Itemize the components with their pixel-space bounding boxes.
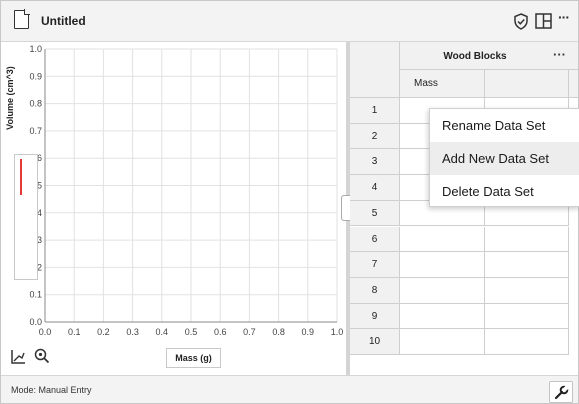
table-cell-mass[interactable] bbox=[400, 329, 485, 355]
table-cell-mass[interactable] bbox=[400, 252, 485, 278]
app-window: Untitled ··· 0.0 0.1 0.2 0.3 0.4 0.5 0.6 0.7 0.8… bbox=[0, 0, 579, 404]
shield-check-icon[interactable] bbox=[513, 13, 529, 30]
y-tick-label: 0.1 bbox=[29, 290, 42, 300]
x-axis-label[interactable]: Mass (g) bbox=[166, 348, 221, 368]
x-tick-label: 0.5 bbox=[185, 327, 198, 337]
dataset-menu-button[interactable]: ··· bbox=[553, 47, 566, 62]
x-tick-label: 0.0 bbox=[39, 327, 52, 337]
table-cell-mass[interactable] bbox=[400, 303, 485, 330]
row-number: 3 bbox=[350, 149, 400, 176]
row-number: 2 bbox=[350, 123, 400, 150]
column-header-row: Mass bbox=[400, 70, 578, 98]
y-axis-label[interactable]: Volume (cm^3) bbox=[5, 38, 15, 158]
table-cell-mass[interactable] bbox=[400, 226, 485, 253]
row-number: 6 bbox=[350, 226, 400, 253]
menu-item-label: Delete Data Set bbox=[442, 184, 534, 199]
row-number: 7 bbox=[350, 252, 400, 278]
row-number: 10 bbox=[350, 329, 400, 355]
table-cell-volume[interactable] bbox=[485, 303, 569, 330]
title-bar: Untitled ··· bbox=[1, 1, 578, 42]
x-tick-label: 0.9 bbox=[302, 327, 315, 337]
table-cell-volume[interactable] bbox=[485, 252, 569, 278]
tools-button[interactable] bbox=[549, 381, 573, 403]
layout-icon[interactable] bbox=[535, 13, 552, 29]
menu-item-delete-data-set[interactable]: Delete Data Set bbox=[430, 175, 579, 208]
wrench-icon bbox=[554, 385, 569, 400]
menu-item-label: Rename Data Set bbox=[442, 118, 546, 133]
x-tick-labels: 0.0 0.1 0.2 0.3 0.4 0.5 0.6 0.7 0.8 0.9 1.0 bbox=[39, 327, 344, 337]
menu-item-add-new-data-set[interactable]: Add New Data Set bbox=[430, 142, 579, 175]
status-bar: Mode: Manual Entry bbox=[1, 375, 578, 403]
x-tick-label: 0.3 bbox=[126, 327, 139, 337]
x-tick-label: 0.8 bbox=[272, 327, 285, 337]
table-corner-header bbox=[350, 42, 400, 98]
y-tick-label: 0.8 bbox=[29, 99, 42, 109]
document-icon bbox=[14, 9, 30, 29]
row-number: 5 bbox=[350, 200, 400, 227]
table-cell-volume[interactable] bbox=[485, 226, 569, 253]
row-number: 4 bbox=[350, 175, 400, 201]
x-tick-label: 1.0 bbox=[331, 327, 344, 337]
x-tick-label: 0.7 bbox=[243, 327, 256, 337]
dataset-context-menu: Rename Data Set Add New Data Set Delete … bbox=[429, 108, 579, 207]
row-number: 1 bbox=[350, 98, 400, 124]
more-icon[interactable]: ··· bbox=[558, 9, 570, 25]
grid-lines bbox=[44, 48, 338, 323]
x-tick-label: 0.1 bbox=[68, 327, 81, 337]
column-header-volume[interactable] bbox=[485, 70, 569, 98]
y-tick-label: 0.0 bbox=[29, 317, 42, 327]
table-cell-volume[interactable] bbox=[485, 277, 569, 304]
x-tick-label: 0.2 bbox=[97, 327, 110, 337]
row-number: 8 bbox=[350, 277, 400, 304]
table-cell-volume[interactable] bbox=[485, 329, 569, 355]
y-axis-label-box[interactable] bbox=[14, 154, 38, 280]
menu-item-rename-data-set[interactable]: Rename Data Set bbox=[430, 109, 579, 142]
row-number: 9 bbox=[350, 303, 400, 330]
y-tick-label: 0.9 bbox=[29, 71, 42, 81]
y-tick-label: 1.0 bbox=[29, 44, 42, 54]
graph-canvas[interactable]: 0.0 0.1 0.2 0.3 0.4 0.5 0.6 0.7 0.8 0.9 1.0 0.0 0.1… bbox=[1, 42, 346, 375]
mode-status: Mode: Manual Entry bbox=[11, 385, 92, 395]
x-tick-label: 0.6 bbox=[214, 327, 227, 337]
menu-item-label: Add New Data Set bbox=[442, 151, 549, 166]
window-title: Untitled bbox=[41, 14, 86, 28]
graph-panel[interactable]: 0.0 0.1 0.2 0.3 0.4 0.5 0.6 0.7 0.8 0.9 1.0 0.0 0.1… bbox=[1, 42, 346, 375]
dataset-title[interactable]: Wood Blocks bbox=[400, 51, 550, 62]
data-table: Wood Blocks ··· Mass 1 2 3 4 5 6 7 8 9 10 bbox=[350, 42, 578, 375]
graph-tool-icon[interactable] bbox=[10, 349, 26, 365]
table-cell-mass[interactable] bbox=[400, 277, 485, 304]
zoom-icon[interactable] bbox=[34, 348, 50, 364]
dataset-header: Wood Blocks ··· bbox=[400, 42, 578, 70]
column-header-mass[interactable]: Mass bbox=[400, 70, 485, 98]
x-tick-label: 0.4 bbox=[156, 327, 169, 337]
y-tick-label: 0.7 bbox=[29, 126, 42, 136]
y-axis-series-color-bar bbox=[20, 159, 22, 195]
